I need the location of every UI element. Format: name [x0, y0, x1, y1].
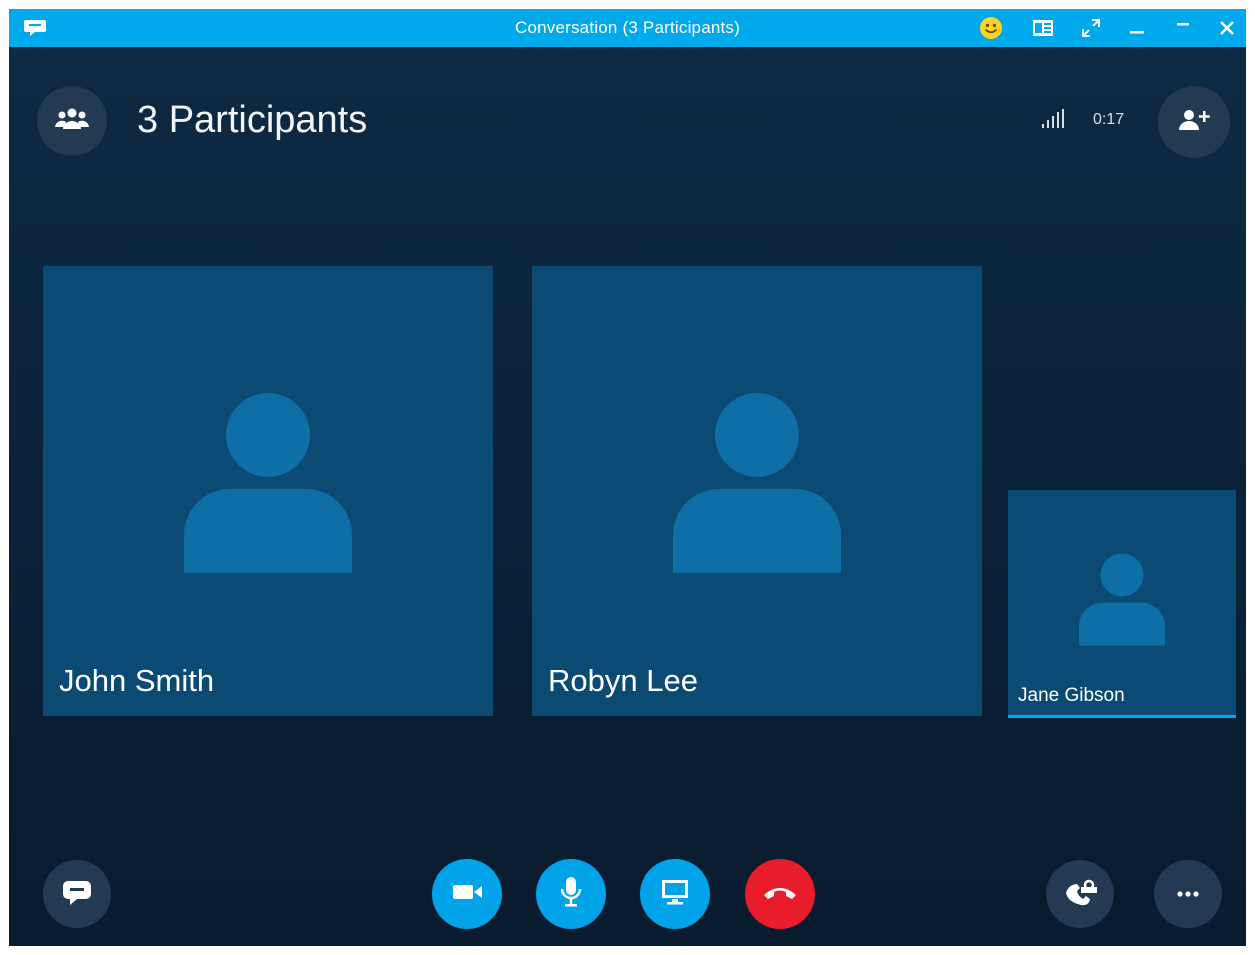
conversation-window: Conversation (3 Participants) 3 Particip… [9, 9, 1246, 946]
signal-strength-icon [1041, 109, 1067, 134]
screen-share-icon [660, 878, 690, 911]
microphone-button[interactable] [536, 859, 606, 929]
avatar [673, 389, 841, 578]
screen-share-button[interactable] [640, 859, 710, 929]
video-button[interactable] [432, 859, 502, 929]
close-icon[interactable] [1209, 9, 1245, 47]
avatar [184, 389, 352, 578]
call-timer: 0:17 [1093, 111, 1125, 128]
participant-name: Jane Gibson [1018, 685, 1125, 706]
expand-icon[interactable] [1073, 9, 1109, 47]
participant-name: John Smith [59, 663, 215, 698]
chat-button[interactable] [43, 860, 111, 928]
add-people-button[interactable] [1158, 86, 1230, 158]
emoticon-icon[interactable] [973, 9, 1009, 47]
maximize-icon[interactable] [1165, 9, 1201, 47]
participant-name: Robyn Lee [548, 663, 698, 698]
participant-tile-jane-gibson[interactable]: Jane Gibson [1008, 490, 1236, 718]
microphone-icon [559, 876, 583, 913]
participants-title: 3 Participants [137, 99, 368, 141]
more-options-button[interactable] [1154, 860, 1222, 928]
more-icon [1176, 885, 1200, 903]
contact-card-icon[interactable] [1025, 9, 1061, 47]
dial-pad-icon [1063, 877, 1097, 912]
hang-up-button[interactable] [745, 859, 815, 929]
participant-tile-john-smith[interactable]: John Smith [43, 266, 493, 716]
dial-pad-button[interactable] [1046, 860, 1114, 928]
title-bar[interactable]: Conversation (3 Participants) [9, 9, 1246, 47]
participants-button[interactable] [37, 86, 107, 156]
video-icon [451, 881, 483, 908]
minimize-icon[interactable] [1119, 9, 1155, 47]
hang-up-icon [762, 883, 798, 906]
participants-icon [55, 107, 89, 136]
add-people-icon [1177, 108, 1211, 137]
avatar [1079, 551, 1165, 651]
chat-icon [62, 877, 92, 912]
active-speaker-indicator [1008, 715, 1236, 718]
participant-tile-robyn-lee[interactable]: Robyn Lee [532, 266, 982, 716]
